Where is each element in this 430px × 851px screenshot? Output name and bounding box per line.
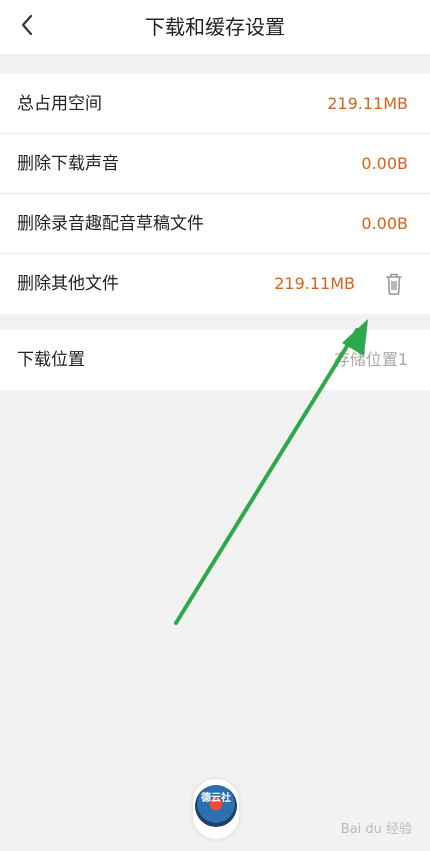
cover-text: 德云社 xyxy=(201,793,231,804)
delete-dubbing-drafts-row[interactable]: 删除录音趣配音草稿文件 0.00B xyxy=(0,194,430,254)
location-group: 下载位置 存储位置1 xyxy=(0,330,430,390)
row-value: 0.00B xyxy=(361,214,408,233)
row-label: 删除录音趣配音草稿文件 xyxy=(17,214,204,234)
delete-downloads-row[interactable]: 删除下载声音 0.00B xyxy=(0,134,430,194)
delete-other-files-row[interactable]: 删除其他文件 219.11MB xyxy=(0,254,430,314)
watermark: Bai du 经验 xyxy=(340,822,412,837)
row-label: 删除其他文件 xyxy=(17,274,119,294)
mini-player[interactable]: 德云社 xyxy=(193,779,239,839)
delete-other-files-button[interactable] xyxy=(381,271,407,297)
row-label: 删除下载声音 xyxy=(17,154,119,174)
row-value: 存储位置1 xyxy=(333,350,408,369)
row-value: 219.11MB xyxy=(274,274,355,293)
download-location-row[interactable]: 下载位置 存储位置1 xyxy=(0,330,430,390)
app-header: 下载和缓存设置 xyxy=(0,0,430,55)
row-label: 下载位置 xyxy=(17,350,85,370)
row-value: 0.00B xyxy=(361,154,408,173)
row-label: 总占用空间 xyxy=(17,94,102,114)
total-space-row: 总占用空间 219.11MB xyxy=(0,74,430,134)
trash-icon xyxy=(386,273,402,295)
storage-group: 总占用空间 219.11MB 删除下载声音 0.00B 删除录音趣配音草稿文件 … xyxy=(0,74,430,314)
page-title: 下载和缓存设置 xyxy=(145,15,285,39)
album-cover: 德云社 xyxy=(195,785,237,827)
row-value: 219.11MB xyxy=(327,94,408,113)
